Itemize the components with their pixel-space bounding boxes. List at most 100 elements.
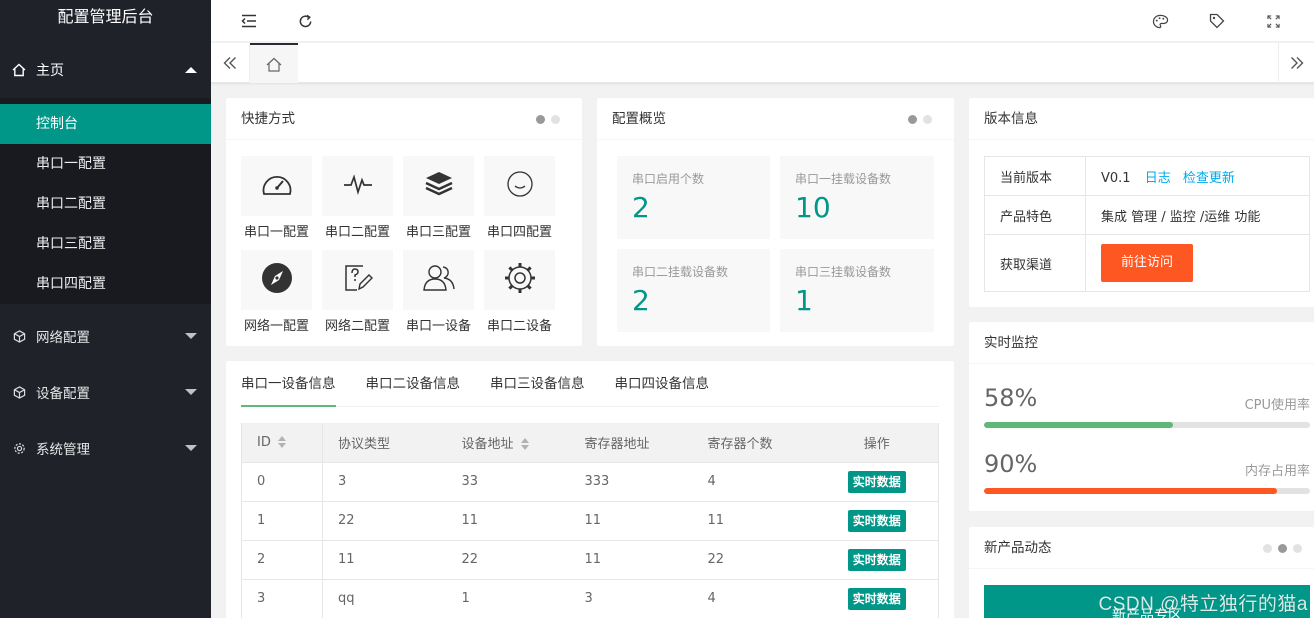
cell-register-count: 4 bbox=[692, 579, 816, 618]
cell-protocol: 11 bbox=[322, 540, 447, 580]
carousel-dot[interactable] bbox=[908, 115, 917, 124]
visit-button[interactable]: 前往访问 bbox=[1101, 244, 1193, 282]
shortcut-label: 串口三配置 bbox=[405, 225, 471, 240]
tag-icon[interactable] bbox=[1206, 10, 1228, 32]
nav-system[interactable]: 系统管理 bbox=[0, 420, 211, 476]
col-register-address: 寄存器地址 bbox=[569, 423, 693, 463]
shortcut-grid: 串口一配置 串口二配置 串口三配置 串口四配置 网络一配置 网络二配置 串口一设… bbox=[241, 156, 555, 344]
changelog-link[interactable]: 日志 bbox=[1145, 171, 1171, 186]
menu-fold-icon[interactable] bbox=[238, 10, 260, 32]
memory-progress-fill bbox=[984, 488, 1278, 494]
carousel-dot[interactable] bbox=[1293, 544, 1302, 553]
cell-register-address: 11 bbox=[569, 501, 693, 541]
cpu-usage: 58% CPU使用率 bbox=[984, 384, 1310, 428]
tab-home[interactable] bbox=[250, 43, 298, 83]
carousel-dot[interactable] bbox=[536, 115, 545, 124]
top-header bbox=[211, 0, 1314, 42]
chevron-down-icon bbox=[185, 389, 197, 395]
tab-serial4-devices[interactable]: 串口四设备信息 bbox=[615, 361, 710, 407]
col-register-count: 寄存器个数 bbox=[692, 423, 816, 463]
tab-serial3-devices[interactable]: 串口三设备信息 bbox=[490, 361, 585, 407]
cell-register-count: 11 bbox=[692, 501, 816, 541]
tab-serial2-devices[interactable]: 串口二设备信息 bbox=[366, 361, 461, 407]
stat-label: 串口二挂载设备数 bbox=[632, 265, 729, 279]
cell-action: 实时数据 bbox=[815, 462, 939, 502]
shortcut-serial1-device[interactable]: 串口一设备 bbox=[400, 250, 477, 344]
check-update-link[interactable]: 检查更新 bbox=[1183, 171, 1235, 186]
carousel-dot[interactable] bbox=[1278, 544, 1287, 553]
stat-serial3-devices[interactable]: 串口三挂载设备数 1 bbox=[780, 249, 934, 332]
carousel-dot[interactable] bbox=[551, 115, 560, 124]
shortcut-serial2-device[interactable]: 串口二设备 bbox=[481, 250, 558, 344]
shortcut-label: 串口二设备 bbox=[486, 319, 552, 334]
sort-icon[interactable] bbox=[520, 437, 529, 450]
carousel-dot[interactable] bbox=[1263, 544, 1272, 553]
cell-address: 33 bbox=[446, 462, 570, 502]
chevron-down-icon bbox=[185, 333, 197, 339]
version-title: 版本信息 bbox=[969, 98, 1314, 140]
tab-serial1-devices[interactable]: 串口一设备信息 bbox=[241, 361, 336, 407]
shortcut-serial3-config[interactable]: 串口三配置 bbox=[400, 156, 477, 250]
shortcut-serial2-config[interactable]: 串口二配置 bbox=[319, 156, 396, 250]
channel-label: 获取渠道 bbox=[984, 234, 1086, 292]
nav-device-label: 设备配置 bbox=[36, 386, 90, 402]
fullscreen-icon[interactable] bbox=[1262, 10, 1284, 32]
cell-register-count: 22 bbox=[692, 540, 816, 580]
nav-home[interactable]: 主页 bbox=[0, 42, 211, 98]
tab-bar bbox=[211, 43, 1314, 83]
shortcut-serial4-config[interactable]: 串口四配置 bbox=[481, 156, 558, 250]
carousel-dot[interactable] bbox=[923, 115, 932, 124]
sidebar-item-serial2[interactable]: 串口二配置 bbox=[0, 184, 211, 224]
cell-register-address: 11 bbox=[569, 540, 693, 580]
feature-value: 集成 管理 / 监控 /运维 功能 bbox=[1085, 195, 1310, 235]
feature-label: 产品特色 bbox=[984, 195, 1086, 235]
stat-value: 1 bbox=[795, 284, 813, 317]
realtime-data-button[interactable]: 实时数据 bbox=[847, 587, 906, 610]
stat-value: 2 bbox=[632, 284, 650, 317]
col-address[interactable]: 设备地址 bbox=[446, 423, 570, 463]
scroll-left-icon[interactable] bbox=[211, 43, 250, 83]
monitor-title: 实时监控 bbox=[969, 322, 1314, 364]
theme-icon[interactable] bbox=[1149, 10, 1171, 32]
stat-serial2-devices[interactable]: 串口二挂载设备数 2 bbox=[617, 249, 770, 332]
carousel-indicator bbox=[530, 115, 560, 124]
sidebar-item-console[interactable]: 控制台 bbox=[0, 104, 211, 144]
shortcut-label: 串口一配置 bbox=[243, 225, 309, 240]
realtime-data-button[interactable]: 实时数据 bbox=[847, 470, 906, 493]
cpu-progress-fill bbox=[984, 422, 1174, 428]
version-card: 版本信息 当前版本 V0.1 日志 检查更新 产品特色 集成 管理 / 监控 /… bbox=[969, 98, 1314, 307]
realtime-data-button[interactable]: 实时数据 bbox=[847, 548, 906, 571]
realtime-data-button[interactable]: 实时数据 bbox=[847, 509, 906, 532]
cell-protocol: qq bbox=[322, 579, 447, 618]
table-row: 2 11 22 11 22 实时数据 bbox=[241, 540, 939, 580]
sort-icon[interactable] bbox=[277, 435, 286, 448]
cell-id: 3 bbox=[241, 579, 323, 618]
help-edit-icon bbox=[343, 263, 373, 297]
nav-device[interactable]: 设备配置 bbox=[0, 364, 211, 420]
table-row: 1 22 11 11 11 实时数据 bbox=[241, 501, 939, 541]
device-tabs: 串口一设备信息 串口二设备信息 串口三设备信息 串口四设备信息 bbox=[241, 361, 939, 407]
shortcut-network1-config[interactable]: 网络一配置 bbox=[238, 250, 315, 344]
stat-serial-enabled[interactable]: 串口启用个数 2 bbox=[617, 156, 770, 239]
layers-icon bbox=[424, 170, 454, 202]
shortcut-network2-config[interactable]: 网络二配置 bbox=[319, 250, 396, 344]
col-id[interactable]: ID bbox=[241, 423, 323, 463]
stat-serial1-devices[interactable]: 串口一挂载设备数 10 bbox=[780, 156, 934, 239]
sidebar-item-serial1[interactable]: 串口一配置 bbox=[0, 144, 211, 184]
gear-icon bbox=[10, 439, 28, 457]
sidebar-item-serial3[interactable]: 串口三配置 bbox=[0, 224, 211, 264]
app-title: 配置管理后台 bbox=[0, 0, 211, 42]
cell-action: 实时数据 bbox=[815, 579, 939, 618]
shortcut-serial1-config[interactable]: 串口一配置 bbox=[238, 156, 315, 250]
compass-icon bbox=[261, 262, 293, 298]
nav-network[interactable]: 网络配置 bbox=[0, 308, 211, 364]
home-sub-list: 控制台 串口一配置 串口二配置 串口三配置 串口四配置 bbox=[0, 98, 211, 304]
gear-icon bbox=[504, 262, 536, 298]
sidebar-item-serial4[interactable]: 串口四配置 bbox=[0, 264, 211, 304]
shortcuts-title-text: 快捷方式 bbox=[241, 111, 295, 127]
users-icon bbox=[422, 263, 456, 297]
sidebar: 配置管理后台 主页 控制台 串口一配置 串口二配置 串口三配置 串口四配置 网络… bbox=[0, 0, 211, 618]
overview-card: 配置概览 串口启用个数 2 串口一挂载设备数 10 串口二挂载设备数 2 串口三… bbox=[597, 98, 954, 346]
refresh-icon[interactable] bbox=[294, 10, 316, 32]
scroll-right-icon[interactable] bbox=[1278, 43, 1314, 83]
